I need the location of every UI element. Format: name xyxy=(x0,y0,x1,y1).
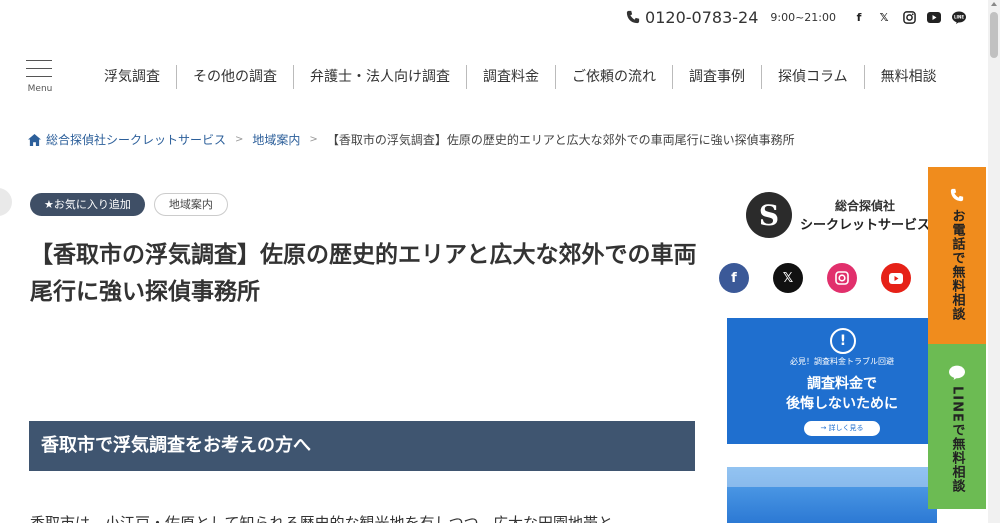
instagram-icon[interactable] xyxy=(827,263,857,293)
x-icon[interactable]: 𝕏 xyxy=(877,10,891,24)
top-social-links: f 𝕏 LINE xyxy=(852,10,966,24)
breadcrumb-category-link[interactable]: 地域案内 xyxy=(252,131,300,148)
page-title: 【香取市の浮気調査】佐原の歴史的エリアと広大な郊外での車両尾行に強い探偵事務所 xyxy=(30,242,697,305)
category-tag[interactable]: 地域案内 xyxy=(153,193,228,216)
banner-headline-line1: 調査料金で xyxy=(807,376,877,392)
pricing-banner[interactable]: ! 必見！調査料金トラブル回避 調査料金で 後悔しないために → 詳しく見る xyxy=(727,318,937,444)
svg-text:LINE: LINE xyxy=(954,14,964,19)
breadcrumb-current: 【香取市の浮気調査】佐原の歴史的エリアと広大な郊外での車両尾行に強い探偵事務所 xyxy=(326,133,795,147)
facebook-icon[interactable]: f xyxy=(719,263,749,293)
business-hours: 9:00~21:00 xyxy=(770,10,836,24)
article-tags: ★お気に入り追加 地域案内 xyxy=(30,193,228,216)
banner-headline: 調査料金で 後悔しないために xyxy=(727,374,957,414)
hamburger-line-icon xyxy=(26,68,52,69)
nav-item-lawyer[interactable]: 弁護士・法人向け調査 xyxy=(293,65,466,89)
line-icon[interactable]: LINE xyxy=(952,10,966,24)
facebook-icon[interactable]: f xyxy=(852,10,866,24)
phone-number-link[interactable]: 0120-0783-24 xyxy=(626,8,758,27)
chevron-right-icon: > xyxy=(235,134,244,145)
nav-item-column[interactable]: 探偵コラム xyxy=(761,65,864,89)
phone-icon xyxy=(949,187,965,203)
x-icon[interactable]: 𝕏 xyxy=(773,263,803,293)
body-paragraph: 香取市は、小江戸・佐原として知られる歴史的な観光地を有しつつ、広大な田園地帯と xyxy=(30,514,614,523)
phone-icon xyxy=(626,10,640,24)
line-icon xyxy=(949,364,965,380)
top-contact-bar: 0120-0783-24 9:00~21:00 f 𝕏 LINE xyxy=(626,6,966,28)
page-scrollbar[interactable] xyxy=(988,0,1000,523)
global-nav: 浮気調査 その他の調査 弁護士・法人向け調査 調査料金 ご依頼の流れ 調査事例 … xyxy=(88,64,953,90)
hamburger-line-icon xyxy=(26,76,52,77)
phone-number: 0120-0783-24 xyxy=(645,7,759,27)
banner-subtitle: 必見！調査料金トラブル回避 xyxy=(790,357,894,366)
scroll-up-arrow-icon[interactable] xyxy=(991,2,997,6)
favorite-add-button[interactable]: ★お気に入り追加 xyxy=(30,193,145,216)
nav-item-pricing[interactable]: 調査料金 xyxy=(466,65,555,89)
call-cta-tab[interactable]: お電話で無料相談 xyxy=(928,167,986,344)
instagram-icon[interactable] xyxy=(902,10,916,24)
line-cta-tab[interactable]: LINEで無料相談 xyxy=(928,344,986,509)
banner-headline-line2: 後悔しないために xyxy=(786,396,898,412)
chevron-right-icon: > xyxy=(309,134,318,145)
exclamation-icon: ! xyxy=(830,328,856,354)
logo-line1: 総合探偵社 xyxy=(835,199,896,213)
sidebar-social-links: f 𝕏 xyxy=(719,263,911,293)
menu-button[interactable]: Menu xyxy=(24,60,56,96)
line-cta-label: LINEで無料相談 xyxy=(949,386,965,493)
section-heading: 香取市で浮気調査をお考えの方へ xyxy=(29,421,695,471)
nav-item-affair[interactable]: 浮気調査 xyxy=(88,65,176,89)
banner-decoration xyxy=(727,467,937,487)
hamburger-line-icon xyxy=(26,60,52,61)
home-icon xyxy=(28,133,41,146)
sidebar-logo[interactable]: S 総合探偵社 シークレットサービス xyxy=(746,190,931,240)
youtube-icon[interactable] xyxy=(881,263,911,293)
breadcrumb: 総合探偵社シークレットサービス > 地域案内 > 【香取市の浮気調査】佐原の歴史… xyxy=(28,131,795,148)
banner-detail-button[interactable]: → 詳しく見る xyxy=(804,421,880,436)
nav-item-consult[interactable]: 無料相談 xyxy=(863,65,953,89)
scroll-thumb[interactable] xyxy=(990,12,998,58)
nav-item-flow[interactable]: ご依頼の流れ xyxy=(555,65,672,89)
logo-mark-icon: S xyxy=(746,192,792,238)
logo-line2: シークレットサービス xyxy=(800,218,931,233)
breadcrumb-home-link[interactable]: 総合探偵社シークレットサービス xyxy=(46,131,226,148)
side-float-button[interactable] xyxy=(0,188,12,216)
menu-label: Menu xyxy=(27,84,53,94)
youtube-icon[interactable] xyxy=(927,10,941,24)
nav-item-other[interactable]: その他の調査 xyxy=(176,65,293,89)
nav-item-cases[interactable]: 調査事例 xyxy=(672,65,761,89)
call-cta-label: お電話で無料相談 xyxy=(949,209,965,321)
cases-banner[interactable] xyxy=(727,467,937,523)
